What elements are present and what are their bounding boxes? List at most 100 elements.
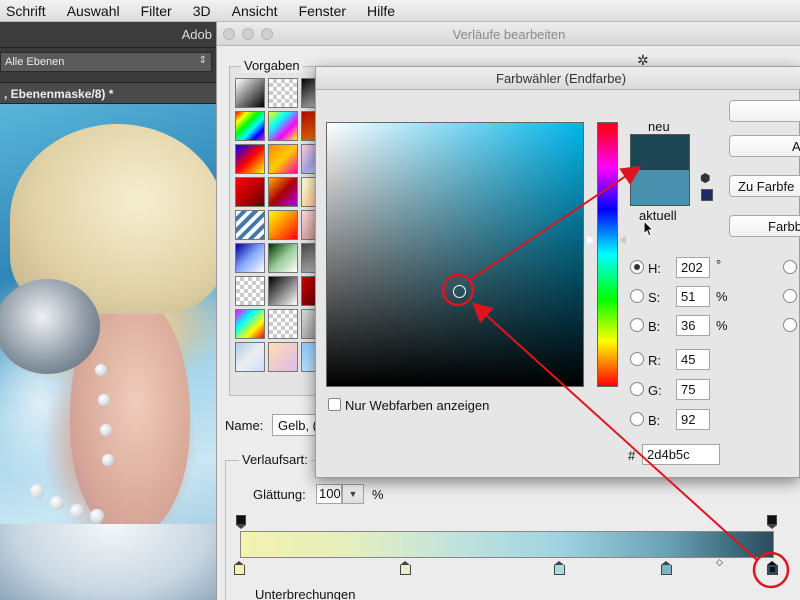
color-stop-box [234, 565, 245, 575]
new-color-swatch [630, 134, 690, 170]
radio-green[interactable] [630, 382, 644, 396]
color-stop[interactable] [234, 561, 245, 575]
opacity-stop-tip [236, 525, 246, 529]
dialog-title: Verläufe bearbeiten [452, 27, 566, 42]
menu-schrift[interactable]: Schrift [6, 3, 46, 19]
presets-label: Vorgaben [241, 58, 303, 73]
preset-swatch[interactable] [268, 177, 298, 207]
menu-fenster[interactable]: Fenster [299, 3, 346, 19]
ok-button[interactable] [729, 100, 800, 122]
pearl [98, 394, 110, 406]
red-label: R: [648, 353, 661, 368]
preset-swatch[interactable] [268, 342, 298, 372]
gradient-type-label: Verlaufsart: [239, 452, 311, 467]
menu-filter[interactable]: Filter [141, 3, 172, 19]
preset-swatch[interactable] [268, 210, 298, 240]
radio-blue[interactable] [630, 412, 644, 426]
add-to-swatches-button[interactable]: A [729, 135, 800, 157]
color-stop[interactable] [554, 561, 566, 575]
hue-slider[interactable] [597, 122, 618, 387]
document-tab[interactable]: , Ebenenmaske/8) * [0, 82, 216, 104]
hex-input[interactable]: 2d4b5c [642, 444, 720, 465]
pearl [90, 509, 104, 523]
layer-filter-value: Alle Ebenen [5, 56, 65, 68]
menu-hilfe[interactable]: Hilfe [367, 3, 395, 19]
smoothing-label: Glättung: [253, 487, 306, 502]
current-color-swatch[interactable] [630, 170, 690, 206]
blue-input[interactable]: 92 [676, 409, 710, 430]
mouse-cursor-icon [643, 219, 655, 241]
preset-swatch[interactable] [268, 111, 298, 141]
hue-slider-handle-right[interactable] [619, 235, 626, 245]
app-title-bar: Adob [0, 22, 216, 48]
brightness-unit: % [716, 318, 728, 333]
opacity-stop-left[interactable] [236, 515, 246, 529]
green-label: G: [648, 383, 662, 398]
preset-swatch[interactable] [235, 210, 265, 240]
color-field-marker[interactable] [453, 285, 466, 298]
pearl [100, 424, 112, 436]
preset-swatch[interactable] [235, 243, 265, 273]
radio-lab-l[interactable] [783, 260, 797, 274]
saturation-input[interactable]: 51 [676, 286, 710, 307]
preset-swatch[interactable] [235, 177, 265, 207]
web-colors-only-checkbox[interactable] [328, 398, 341, 411]
preset-swatch[interactable] [268, 276, 298, 306]
preset-swatch[interactable] [268, 144, 298, 174]
saturation-brightness-field[interactable] [326, 122, 584, 387]
opacity-stop-box [767, 515, 777, 525]
smoothing-unit: % [372, 487, 384, 502]
preset-swatch[interactable] [235, 78, 265, 108]
color-stop[interactable] [399, 561, 411, 575]
opacity-stop-tip [767, 525, 777, 529]
to-swatches-button[interactable]: Zu Farbfe [729, 175, 800, 197]
preset-swatch[interactable] [268, 309, 298, 339]
web-colors-only-label: Nur Webfarben anzeigen [345, 398, 490, 413]
hue-label: H: [648, 261, 661, 276]
picker-title: Farbwähler (Endfarbe) [496, 71, 627, 86]
preset-swatch[interactable] [268, 243, 298, 273]
red-input[interactable]: 45 [676, 349, 710, 370]
hue-unit: ° [716, 257, 722, 272]
menu-ansicht[interactable]: Ansicht [232, 3, 278, 19]
gamut-cube-icon[interactable]: ⬢ [700, 171, 710, 185]
radio-red[interactable] [630, 352, 644, 366]
gradient-type-group [225, 460, 800, 600]
preset-swatch[interactable] [235, 342, 265, 372]
gradient-preview-bar[interactable] [240, 531, 774, 558]
radio-brightness[interactable] [630, 318, 644, 332]
color-stop[interactable] [767, 561, 779, 575]
preset-swatch[interactable] [235, 111, 265, 141]
color-stop-box [767, 565, 779, 575]
hue-input[interactable]: 202 [676, 257, 710, 278]
stops-label: Unterbrechungen [253, 587, 358, 600]
color-stop[interactable] [661, 561, 673, 575]
new-color-label: neu [648, 119, 670, 134]
pearl [50, 496, 64, 510]
preset-swatch[interactable] [235, 309, 265, 339]
preset-swatch[interactable] [235, 276, 265, 306]
radio-lab-b[interactable] [783, 318, 797, 332]
brightness-input[interactable]: 36 [676, 315, 710, 336]
websafe-color-icon[interactable] [701, 189, 713, 201]
green-input[interactable]: 75 [676, 379, 710, 400]
midpoint-diamond-icon[interactable]: ◇ [716, 557, 723, 568]
hue-slider-handle-left[interactable] [587, 235, 594, 245]
pearl [30, 484, 44, 498]
name-label: Name: [225, 418, 264, 433]
radio-lab-a[interactable] [783, 289, 797, 303]
preset-swatch[interactable] [268, 78, 298, 108]
radio-saturation[interactable] [630, 289, 644, 303]
menu-3d[interactable]: 3D [193, 3, 211, 19]
smoothing-input[interactable]: 100 [316, 484, 342, 504]
preset-swatch[interactable] [235, 144, 265, 174]
smoothing-dropdown-button[interactable]: ▼ [342, 484, 364, 504]
pearl [102, 454, 114, 466]
layer-filter-select[interactable]: Alle Ebenen ⇕ [0, 52, 212, 72]
app-title: Adob [181, 27, 212, 42]
opacity-stop-right[interactable] [767, 515, 777, 529]
color-stop-box [661, 565, 673, 575]
color-libraries-button[interactable]: Farbb [729, 215, 800, 237]
menu-auswahl[interactable]: Auswahl [67, 3, 120, 19]
radio-hue[interactable] [630, 260, 644, 274]
